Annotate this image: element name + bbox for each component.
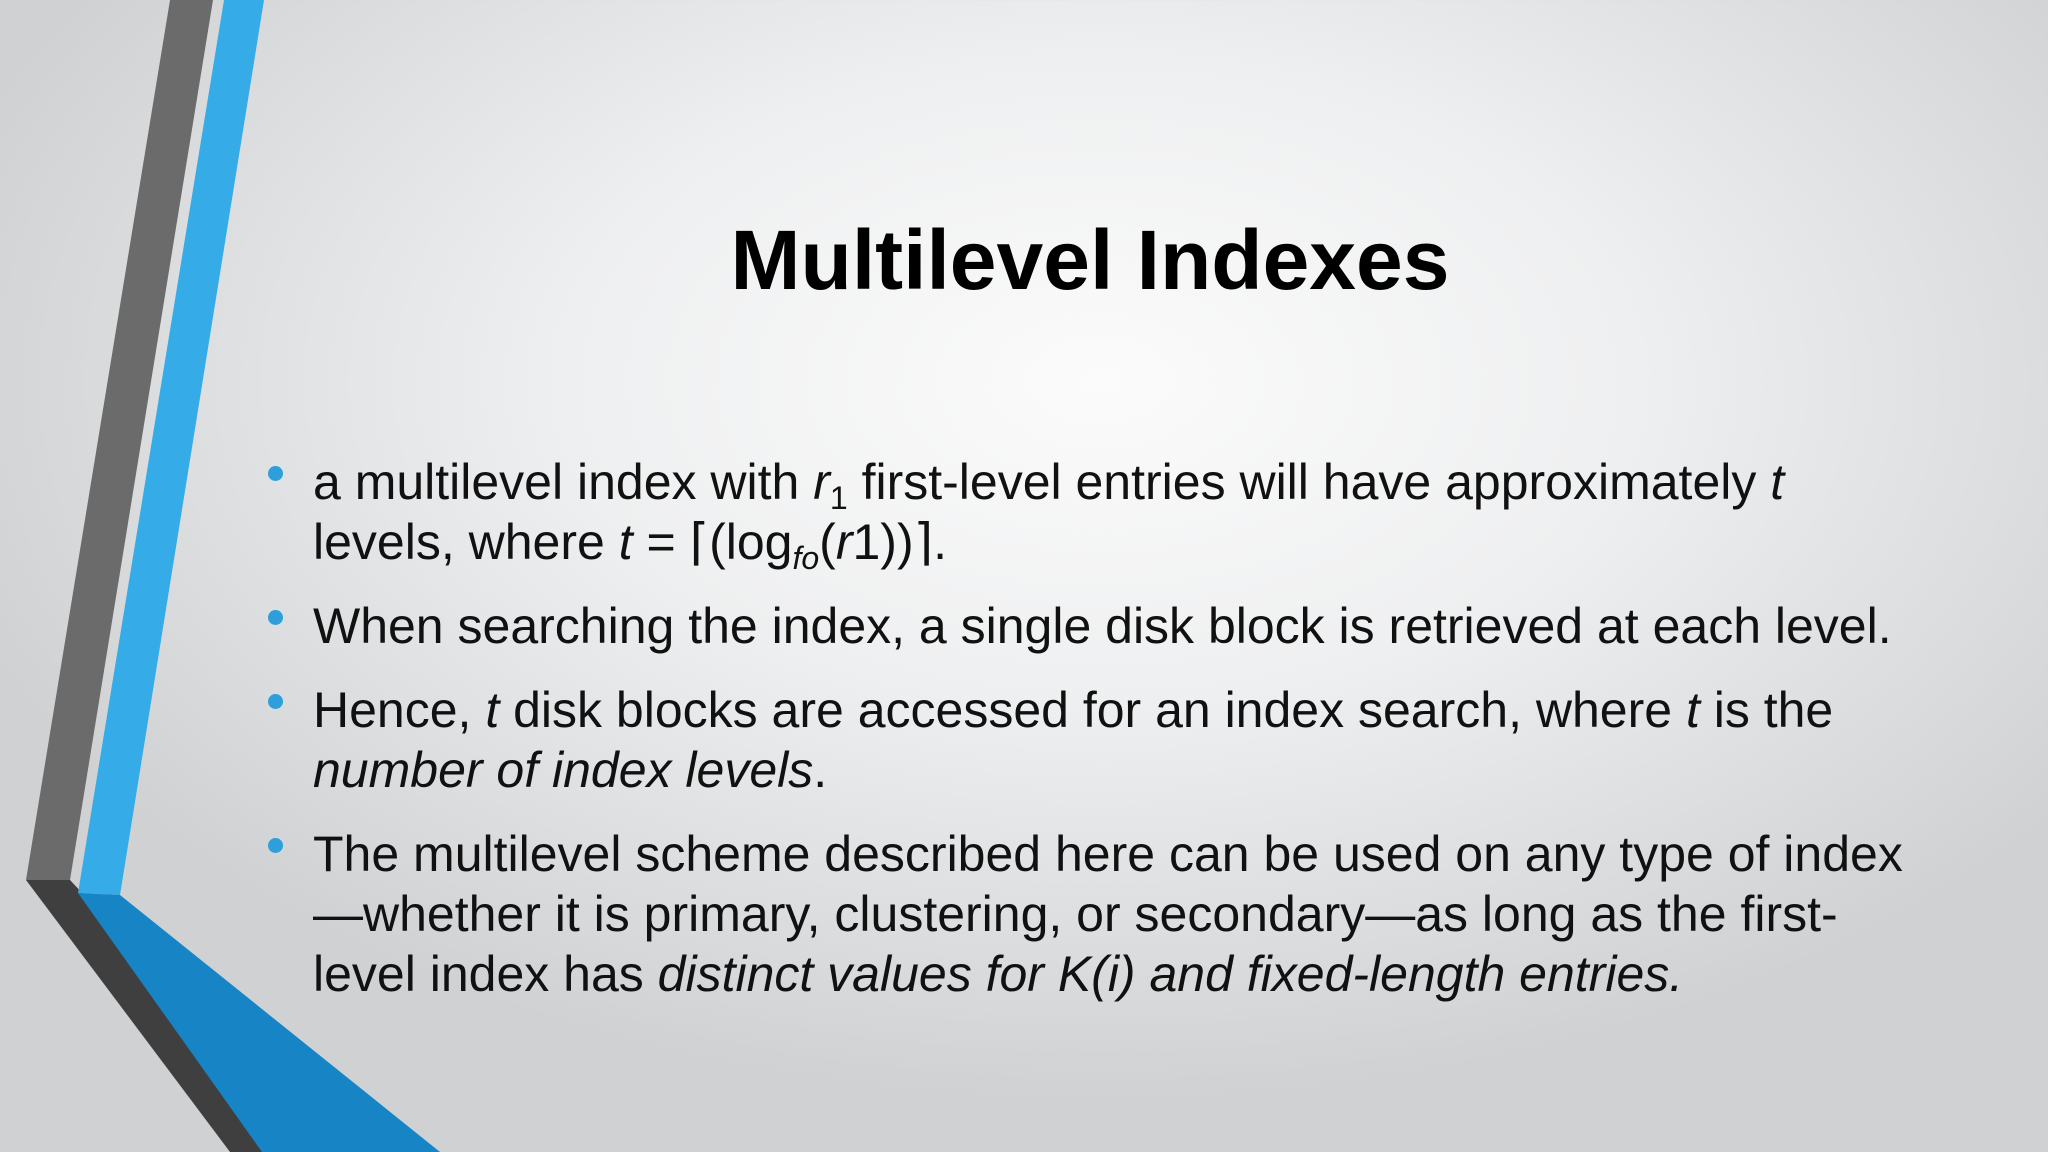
bullet-text: a multilevel index with r1 first-level e… [313, 454, 1785, 576]
bullet-item: When searching the index, a single disk … [265, 596, 1935, 656]
bullet-dot-icon [268, 838, 283, 853]
bullet-item: Hence, t disk blocks are accessed for an… [265, 680, 1935, 800]
bullet-list: a multilevel index with r1 first-level e… [265, 452, 1935, 1028]
bullet-text: When searching the index, a single disk … [313, 598, 1892, 654]
bullet-dot-icon [268, 610, 283, 625]
slide-title: Multilevel Indexes [730, 213, 1450, 307]
bullet-item: a multilevel index with r1 first-level e… [265, 452, 1935, 576]
slide: Multilevel Indexes a multilevel index wi… [0, 0, 2048, 1152]
bullet-dot-icon [268, 694, 283, 709]
bullet-item: The multilevel scheme described here can… [265, 824, 1935, 1004]
bullet-dot-icon [268, 466, 283, 481]
bullet-text: Hence, t disk blocks are accessed for an… [313, 682, 1834, 798]
bullet-text: The multilevel scheme described here can… [313, 826, 1903, 1002]
